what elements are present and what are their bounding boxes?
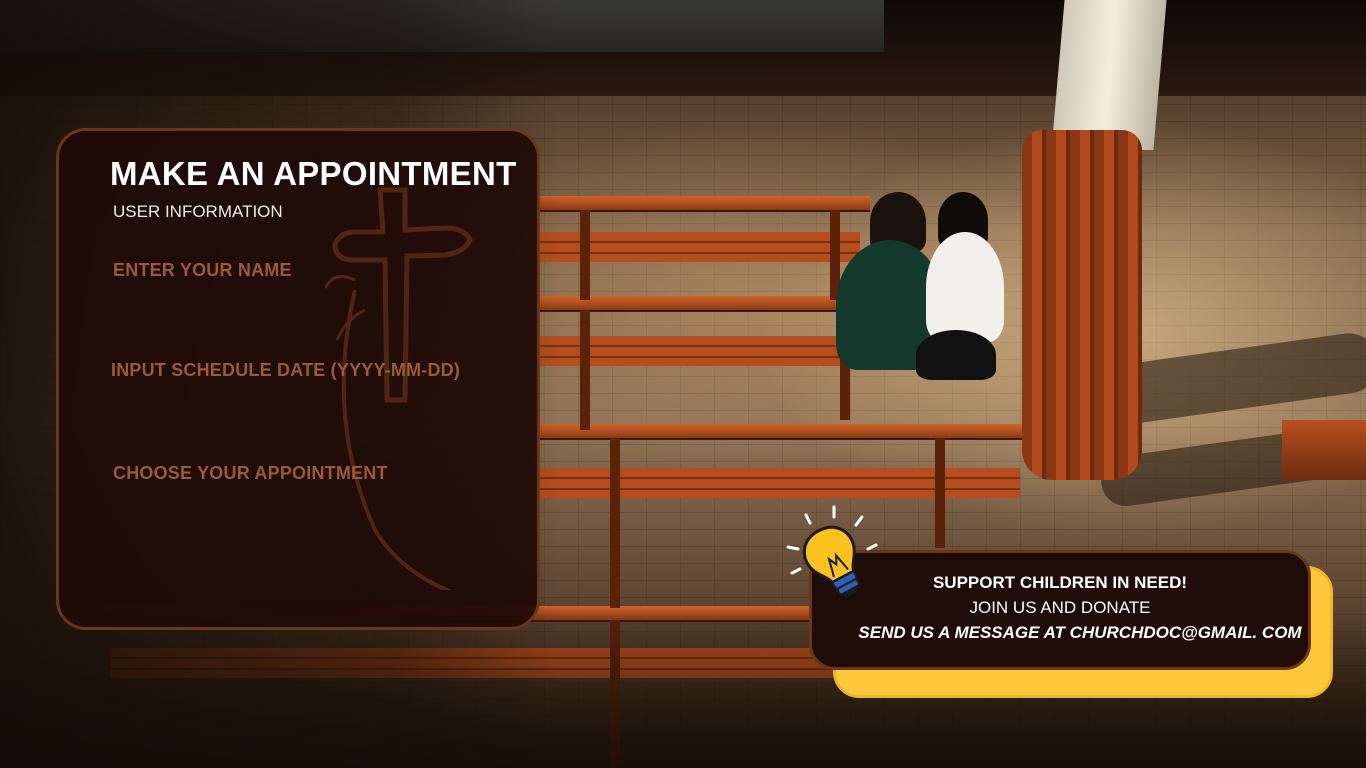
pew-leg [580,310,590,430]
appointment-select[interactable]: CHOOSE YOUR APPOINTMENT [113,463,388,484]
pew [1282,420,1366,480]
person-seated-white [926,232,1004,342]
person-legs [916,330,996,380]
banner-subline: JOIN US AND DONATE [969,598,1151,617]
pew-leg [935,438,945,548]
section-subtitle: USER INFORMATION [113,202,283,221]
schedule-date-field[interactable]: INPUT SCHEDULE DATE (YYYY-MM-DD) [111,360,460,381]
page-title: MAKE AN APPOINTMENT [110,155,517,192]
contact-email-link[interactable]: SEND US A MESSAGE AT CHURCHDOC@GMAIL. CO… [852,623,1308,643]
name-field[interactable]: ENTER YOUR NAME [113,260,292,281]
lightbulb-icon [786,505,878,598]
banner-headline: SUPPORT CHILDREN IN NEED! [932,573,1188,592]
pew-leg [610,438,620,608]
pillar-upper [1051,0,1167,150]
pew-leg [580,210,590,300]
donate-banner: SUPPORT CHILDREN IN NEED! JOIN US AND DO… [809,550,1311,670]
wooden-pillar [1022,130,1142,480]
pew [540,196,870,210]
pew [540,424,1030,438]
